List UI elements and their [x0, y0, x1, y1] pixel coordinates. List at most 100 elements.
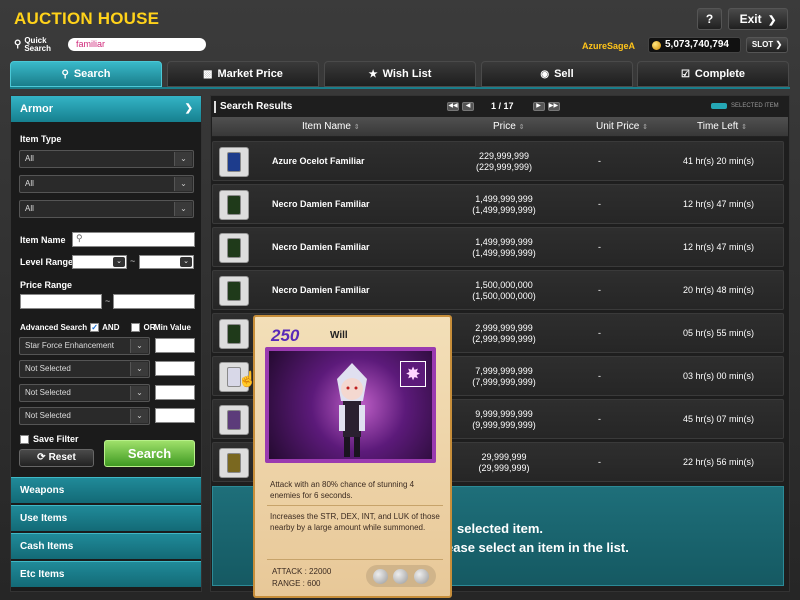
item-time-left: 45 hr(s) 07 min(s): [683, 414, 755, 424]
divider: [267, 559, 443, 560]
level-range-label: Level Range: [20, 257, 74, 267]
chevron-down-icon: ⌄: [174, 152, 192, 166]
sidebar-item-cash-items[interactable]: Cash Items: [11, 533, 201, 559]
familiar-portrait: ✸: [265, 347, 436, 463]
page-title: AUCTION HOUSE: [14, 9, 160, 28]
sort-icon: ⇕: [353, 124, 360, 131]
chevron-down-icon: ⌄: [130, 386, 148, 400]
chevron-down-icon: ⌄: [113, 257, 125, 267]
or-checkbox[interactable]: [131, 323, 141, 332]
table-row[interactable]: Necro Damien Familiar 1,499,999,999 (1,499…: [212, 227, 784, 267]
prev-page-icon[interactable]: ◀: [462, 101, 474, 111]
item-name: Necro Damien Familiar: [272, 242, 370, 252]
first-page-icon[interactable]: ◀◀: [447, 101, 459, 111]
item-name: Azure Ocelot Familiar: [272, 156, 365, 166]
chevron-down-icon: ⌄: [174, 177, 192, 191]
item-time-left: 12 hr(s) 47 min(s): [683, 242, 755, 252]
item-price: 1,500,000,000 (1,500,000,000): [472, 280, 536, 301]
price-max-input[interactable]: [113, 294, 195, 309]
table-row[interactable]: Necro Damien Familiar 1,499,999,999 (1,499…: [212, 184, 784, 224]
last-page-icon[interactable]: ▶▶: [547, 101, 560, 111]
table-row[interactable]: Necro Damien Familiar 1,500,000,000 (1,500…: [212, 270, 784, 310]
min-value-input-1[interactable]: [155, 338, 195, 353]
item-unit-price: -: [598, 199, 601, 209]
next-page-icon[interactable]: ▶: [532, 101, 545, 111]
tooltip-range: RANGE : 600: [272, 579, 321, 588]
advanced-select-3[interactable]: Not Selected ⌄: [19, 384, 150, 402]
item-name-input[interactable]: ⚲: [72, 232, 195, 247]
item-price: 9,999,999,999 (9,999,999,999): [472, 409, 536, 430]
item-price: 1,499,999,999 (1,499,999,999): [472, 194, 536, 215]
tooltip-description-1: Attack with an 80% chance of stunning 4 …: [270, 480, 415, 500]
item-thumbnail: [219, 276, 249, 306]
column-unit-price[interactable]: Unit Price ⇕: [596, 117, 648, 138]
item-thumbnail: [219, 319, 249, 349]
item-type-select-3[interactable]: All ⌄: [19, 200, 194, 218]
table-row[interactable]: Azure Ocelot Familiar 229,999,999 (229,999…: [212, 141, 784, 181]
quick-search-label: ⚲ Quick Search: [14, 36, 52, 53]
tab-sell[interactable]: ◉ Sell: [481, 61, 633, 87]
page-number: 1 / 17: [491, 101, 514, 111]
sidebar-item-weapons[interactable]: Weapons: [11, 477, 201, 503]
advanced-select-2[interactable]: Not Selected ⌄: [19, 360, 150, 378]
item-type-select-2[interactable]: All ⌄: [19, 175, 194, 193]
item-time-left: 03 hr(s) 00 min(s): [683, 371, 755, 381]
search-button[interactable]: Search: [104, 440, 195, 467]
column-item-name[interactable]: Item Name ⇕: [302, 117, 360, 138]
item-unit-price: -: [598, 156, 601, 166]
level-max-select[interactable]: ⌄: [139, 255, 194, 269]
and-checkbox[interactable]: ✓: [90, 323, 100, 332]
help-button[interactable]: ?: [697, 8, 722, 30]
tab-search[interactable]: ⚲ Search: [10, 61, 162, 87]
sidebar-item-use-items[interactable]: Use Items: [11, 505, 201, 531]
chevron-down-icon: ⌄: [180, 257, 192, 267]
tab-complete[interactable]: ☑ Complete: [637, 61, 789, 87]
column-price[interactable]: Price ⇕: [493, 117, 524, 138]
reset-button[interactable]: ⟳ Reset: [19, 449, 94, 467]
sort-icon: ⇕: [518, 124, 525, 131]
column-time-left[interactable]: Time Left ⇕: [697, 117, 747, 138]
save-filter-checkbox[interactable]: [20, 434, 29, 444]
coin-icon: ◉: [540, 69, 550, 80]
tab-wish-list[interactable]: ★ Wish List: [324, 61, 476, 87]
min-value-input-2[interactable]: [155, 361, 195, 376]
item-unit-price: -: [598, 242, 601, 252]
item-price: 2,999,999,999 (2,999,999,999): [472, 323, 536, 344]
price-range-label: Price Range: [20, 280, 73, 290]
advanced-select-4[interactable]: Not Selected ⌄: [19, 407, 150, 425]
slot-button[interactable]: SLOT ❯: [746, 37, 788, 53]
item-price: 29,999,999 (29,999,999): [478, 452, 530, 473]
selected-swatch: [711, 103, 727, 109]
tooltip-attack: ATTACK : 22000: [272, 567, 332, 576]
chevron-down-icon: ⌄: [174, 202, 192, 216]
orb-icon: [372, 568, 388, 584]
results-title: Search Results: [214, 101, 292, 113]
tooltip-name: Will: [330, 330, 348, 341]
tooltip-description-2: Increases the STR, DEX, INT, and LUK of …: [270, 512, 440, 532]
item-type-select-1[interactable]: All ⌄: [19, 150, 194, 168]
min-value-input-3[interactable]: [155, 385, 195, 400]
item-name: Necro Damien Familiar: [272, 199, 370, 209]
familiar-tooltip: 250 Will ✸ Attack with an 80% chance of …: [253, 315, 452, 598]
item-name-label: Item Name: [20, 235, 66, 245]
item-price: 7,999,999,999 (7,999,999,999): [472, 366, 536, 387]
min-value-input-4[interactable]: [155, 408, 195, 423]
tab-underline: [10, 87, 790, 89]
item-unit-price: -: [598, 285, 601, 295]
meso-balance: 5,073,740,794: [648, 37, 741, 53]
search-icon: ⚲: [76, 233, 83, 243]
item-time-left: 22 hr(s) 56 min(s): [683, 457, 755, 467]
price-min-input[interactable]: [20, 294, 102, 309]
level-separator: ~: [130, 256, 136, 266]
chevron-down-icon: ⌄: [130, 362, 148, 376]
tab-market-price[interactable]: ▩ Market Price: [167, 61, 319, 87]
quick-search-input[interactable]: familiar: [68, 38, 206, 51]
level-min-select[interactable]: ⌄: [72, 255, 127, 269]
category-dropdown[interactable]: Armor ❯: [11, 96, 201, 122]
orb-icon: [393, 568, 409, 584]
star-badge-icon: ✸: [400, 361, 426, 387]
advanced-select-1[interactable]: Star Force Enhancement ⌄: [19, 337, 150, 355]
sidebar-item-etc-items[interactable]: Etc Items: [11, 561, 201, 587]
exit-button[interactable]: Exit ❯: [728, 8, 788, 30]
item-time-left: 05 hr(s) 55 min(s): [683, 328, 755, 338]
